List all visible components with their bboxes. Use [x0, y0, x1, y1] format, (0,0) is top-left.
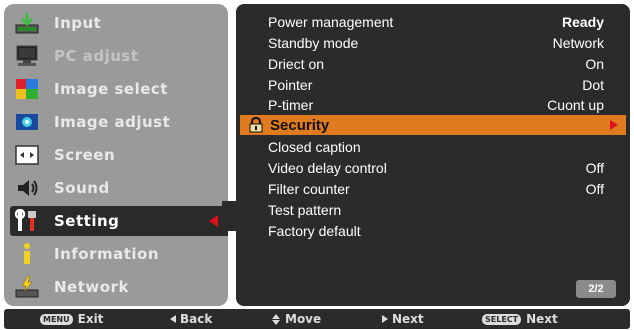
- setting-row-power-management[interactable]: Power management Ready: [236, 12, 630, 32]
- menu-item-sound[interactable]: Sound: [10, 173, 224, 203]
- input-icon: [12, 10, 42, 36]
- setting-value: Off: [585, 181, 604, 197]
- menu-item-label: Sound: [54, 179, 110, 197]
- sound-icon: [12, 175, 42, 201]
- setting-row-standby-mode[interactable]: Standby mode Network: [236, 33, 630, 53]
- setting-row-factory-default[interactable]: Factory default: [236, 221, 630, 241]
- menu-key-icon: MENU: [40, 313, 73, 325]
- select-key-icon: SELECT: [482, 313, 522, 325]
- back-label: Back: [180, 312, 213, 326]
- left-arrow-icon: [170, 315, 176, 323]
- bottom-guide-bar: MENU Exit Back Move Next SELECT Next: [4, 309, 630, 329]
- move-label: Move: [285, 312, 322, 326]
- setting-name: Standby mode: [268, 35, 359, 51]
- lock-icon: [248, 116, 264, 138]
- setting-name: Pointer: [268, 77, 313, 93]
- setting-name: Security: [270, 116, 330, 134]
- select-label: Next: [526, 312, 558, 326]
- setting-value: Network: [552, 35, 604, 51]
- exit-guide[interactable]: MENU Exit: [40, 309, 103, 329]
- setting-value: Off: [585, 160, 604, 176]
- setting-name: Filter counter: [268, 181, 350, 197]
- setting-value: Cuont up: [547, 97, 604, 113]
- image-select-icon: [12, 76, 42, 102]
- menu-item-pc-adjust[interactable]: PC adjust: [10, 41, 224, 71]
- setting-row-security[interactable]: Security: [240, 115, 626, 135]
- setting-row-pointer[interactable]: Pointer Dot: [236, 75, 630, 95]
- exit-label: Exit: [77, 312, 104, 326]
- next-guide[interactable]: Next: [382, 309, 424, 329]
- page-indicator: 2/2: [576, 280, 616, 298]
- setting-name: Closed caption: [268, 139, 361, 155]
- setting-name: Factory default: [268, 223, 361, 239]
- image-adjust-icon: [12, 109, 42, 135]
- menu-item-input[interactable]: Input: [10, 8, 224, 38]
- select-guide[interactable]: SELECT Next: [482, 309, 558, 329]
- setting-name: Video delay control: [268, 160, 387, 176]
- menu-item-label: Information: [54, 245, 160, 263]
- setting-row-test-pattern[interactable]: Test pattern: [236, 200, 630, 220]
- main-menu-panel: Input PC adjust Image select Image adjus…: [4, 4, 228, 306]
- setting-icon: [12, 208, 42, 234]
- setting-row-video-delay-control[interactable]: Video delay control Off: [236, 158, 630, 178]
- menu-item-image-select[interactable]: Image select: [10, 74, 224, 104]
- setting-value: Ready: [561, 14, 604, 30]
- setting-name: Driect on: [268, 56, 325, 72]
- menu-item-label: Image adjust: [54, 113, 171, 131]
- back-guide[interactable]: Back: [170, 309, 212, 329]
- menu-item-information[interactable]: Information: [10, 239, 224, 269]
- setting-name: Power management: [268, 14, 394, 30]
- menu-item-label: PC adjust: [54, 47, 139, 65]
- setting-name: Test pattern: [268, 202, 342, 218]
- right-arrow-icon: [382, 315, 388, 323]
- setting-name: P-timer: [268, 97, 314, 113]
- settings-submenu-panel: Power management Ready Standby mode Netw…: [236, 4, 630, 306]
- setting-value: On: [585, 56, 604, 72]
- menu-item-label: Input: [54, 14, 102, 32]
- menu-item-image-adjust[interactable]: Image adjust: [10, 107, 224, 137]
- setting-row-p-timer[interactable]: P-timer Cuont up: [236, 95, 630, 115]
- menu-item-network[interactable]: Network: [10, 272, 224, 302]
- information-icon: [12, 241, 42, 267]
- screen-icon: [12, 142, 42, 168]
- setting-row-direct-on[interactable]: Driect on On: [236, 54, 630, 74]
- setting-row-closed-caption[interactable]: Closed caption: [236, 137, 630, 157]
- move-guide[interactable]: Move: [272, 309, 321, 329]
- menu-item-setting[interactable]: Setting: [10, 206, 228, 236]
- network-icon: [12, 274, 42, 300]
- setting-row-filter-counter[interactable]: Filter counter Off: [236, 179, 630, 199]
- up-down-arrow-icon: [272, 313, 280, 325]
- pc-adjust-icon: [12, 43, 42, 69]
- next-label: Next: [392, 312, 424, 326]
- active-arrow-icon: [209, 215, 218, 227]
- menu-item-screen[interactable]: Screen: [10, 140, 224, 170]
- menu-item-label: Network: [54, 278, 129, 296]
- menu-item-label: Screen: [54, 146, 116, 164]
- submenu-arrow-icon: [610, 120, 618, 130]
- setting-value: Dot: [582, 77, 604, 93]
- menu-item-label: Image select: [54, 80, 168, 98]
- menu-item-label: Setting: [54, 212, 120, 230]
